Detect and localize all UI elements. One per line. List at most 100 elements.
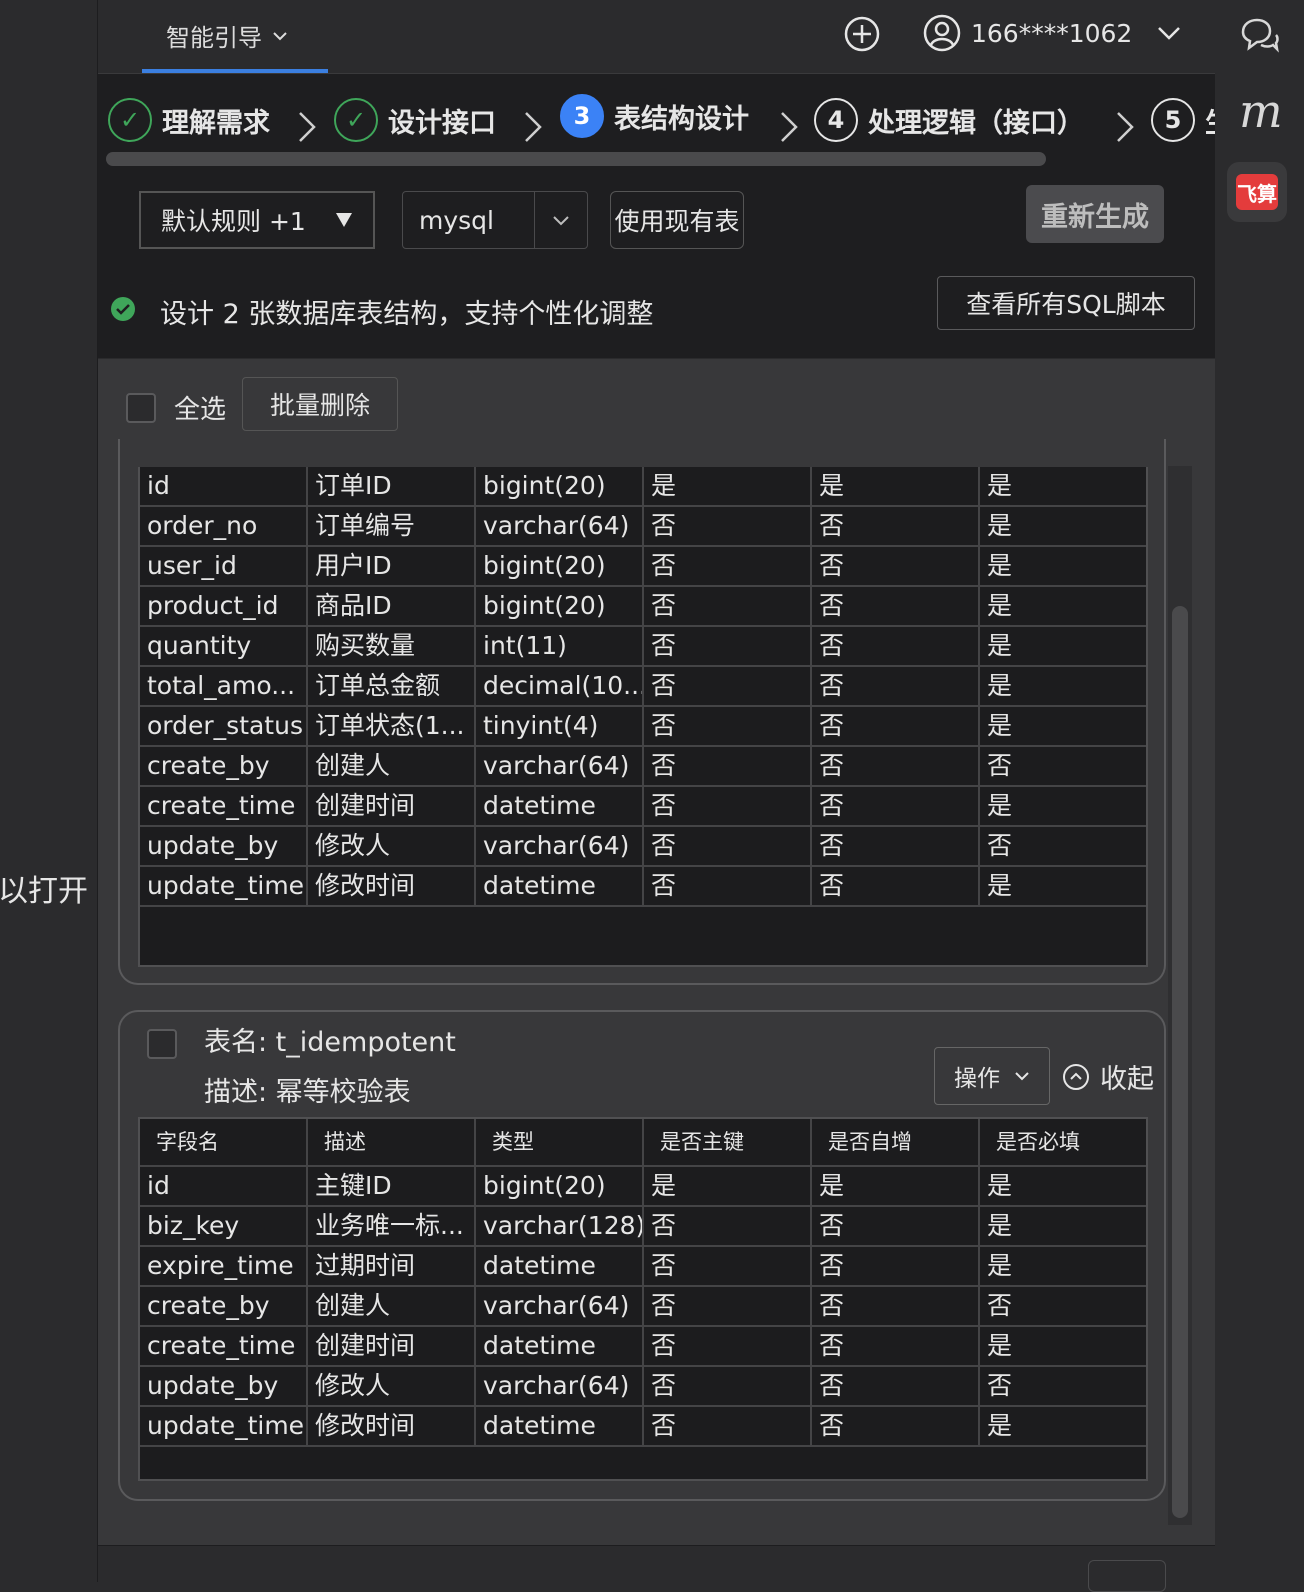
table-cell: 订单编号 — [308, 507, 476, 545]
top-bar: 智能引导 166****1062 — [98, 0, 1215, 74]
table-cell: total_amo... — [140, 667, 308, 705]
table-cell: 是 — [812, 1167, 980, 1205]
chat-bubble-icon[interactable] — [1237, 14, 1281, 58]
table-cell: 否 — [812, 1367, 980, 1405]
user-account-menu[interactable]: 166****1062 — [923, 14, 1182, 52]
table-row: id 主键ID bigint(20) 是是是 — [140, 1167, 1146, 1207]
tab-smart-guide[interactable]: 智能引导 — [166, 18, 288, 53]
table-select-checkbox[interactable] — [147, 1029, 177, 1059]
table-row: order_status 订单状态(1... tinyint(4) 否否是 — [140, 707, 1146, 747]
table-cell: 是 — [987, 1411, 1013, 1440]
step-number: 5 — [1151, 98, 1195, 142]
column-header: 描述 — [308, 1119, 476, 1165]
table-cell: 订单状态(1... — [308, 707, 476, 745]
view-all-sql-button[interactable]: 查看所有SQL脚本 — [937, 276, 1195, 330]
table-row: update_by 修改人 varchar(64) 否否否 — [140, 1367, 1146, 1407]
table-row: user_id 用户ID bigint(20) 否否是 — [140, 547, 1146, 587]
chevron-down-icon — [1158, 27, 1181, 40]
table-cell: 否 — [644, 1327, 812, 1365]
table-cell: 是 — [987, 471, 1013, 500]
select-all-label: 全选 — [174, 395, 227, 425]
table-cell: datetime — [476, 1247, 644, 1285]
table-row: create_time 创建时间 datetime 否否是 — [140, 787, 1146, 827]
table-cell: tinyint(4) — [476, 707, 644, 745]
table-cell: 创建人 — [308, 1287, 476, 1325]
chevron-down-icon — [1015, 1072, 1029, 1081]
table-cell: 修改时间 — [308, 1407, 476, 1445]
table-cell: 否 — [644, 1287, 812, 1325]
steps-horizontal-scrollbar[interactable] — [106, 152, 1046, 166]
table-cell: 否 — [812, 1247, 980, 1285]
table-cell: 否 — [644, 707, 812, 745]
m-logo-icon[interactable]: m — [1239, 84, 1283, 138]
table-cell: 否 — [812, 507, 980, 545]
fields-table-body: id 主键ID bigint(20) 是是是 biz_key 业务唯一标... varcha… — [140, 1167, 1146, 1447]
table-cell: 是 — [812, 467, 980, 505]
step-table-design[interactable]: 3 表结构设计 — [560, 94, 749, 138]
table-cell: 用户ID — [308, 547, 476, 585]
table-cell: 否 — [987, 1371, 1013, 1400]
table-row: quantity 购买数量 int(11) 否否是 — [140, 627, 1146, 667]
table-cell: update_by — [140, 1367, 308, 1405]
table-header-row: 字段名 描述 类型 是否主键 是否自增 是否必填 — [140, 1119, 1146, 1167]
table-cell: 否 — [644, 587, 812, 625]
add-circle-icon[interactable] — [844, 16, 880, 52]
bottom-button[interactable] — [1088, 1560, 1166, 1592]
collapse-label: 收起 — [1100, 1064, 1154, 1095]
table-cell: 否 — [812, 1407, 980, 1445]
database-select[interactable]: mysql — [402, 191, 588, 249]
step-design-api[interactable]: ✓ 设计接口 — [334, 98, 496, 142]
vertical-scrollbar-thumb[interactable] — [1172, 606, 1188, 1518]
select-all[interactable]: 全选 — [126, 389, 226, 426]
table-cell: bigint(20) — [476, 547, 644, 585]
table-cell: 订单总金额 — [308, 667, 476, 705]
table-cell: 否 — [644, 827, 812, 865]
table-cell: 否 — [644, 867, 812, 905]
table-cell: 是 — [987, 871, 1013, 900]
operation-dropdown[interactable]: 操作 — [934, 1047, 1050, 1105]
table-cell: 否 — [812, 867, 980, 905]
table-cell: bigint(20) — [476, 587, 644, 625]
step-label: 生 — [1205, 101, 1215, 140]
table-row: total_amo... 订单总金额 decimal(10... 否否是 — [140, 667, 1146, 707]
table-cell: varchar(64) — [476, 1367, 644, 1405]
tables-panel: 全选 批量删除 id 订单ID bigint(20) 是是是 order_no 订单编号 v… — [98, 359, 1215, 1592]
step-processing-logic[interactable]: 4 处理逻辑（接口） — [814, 98, 1084, 142]
feisuan-app-icon[interactable]: 飞算 — [1227, 162, 1287, 222]
regenerate-button[interactable]: 重新生成 — [1026, 185, 1164, 243]
table-cell: 是 — [987, 1331, 1013, 1360]
table-cell: 购买数量 — [308, 627, 476, 665]
table-cell: 是 — [987, 1171, 1013, 1200]
table-cell: varchar(64) — [476, 747, 644, 785]
table-cell: 修改人 — [308, 827, 476, 865]
table-cell: user_id — [140, 547, 308, 585]
table-cell: varchar(64) — [476, 827, 644, 865]
table-cell: 业务唯一标... — [308, 1207, 476, 1245]
table-cell: 否 — [812, 667, 980, 705]
collapse-button[interactable]: 收起 — [1062, 1057, 1154, 1096]
table-card-idempotent: 表名: t_idempotent 描述: 幂等校验表 操作 收起 字段名 描述 … — [118, 1010, 1166, 1501]
table-name: 表名: t_idempotent — [204, 1027, 456, 1058]
table-cell: biz_key — [140, 1207, 308, 1245]
batch-delete-button[interactable]: 批量删除 — [242, 377, 398, 431]
feisuan-label: 飞算 — [1236, 174, 1278, 210]
table-row: create_time 创建时间 datetime 否否是 — [140, 1327, 1146, 1367]
step-label: 表结构设计 — [614, 103, 749, 135]
table-cell: 是 — [987, 551, 1013, 580]
table-cell: 否 — [812, 627, 980, 665]
rule-select[interactable]: 默认规则 +1 — [139, 191, 375, 249]
table-cell: order_no — [140, 507, 308, 545]
rule-select-value: 默认规则 +1 — [161, 207, 306, 236]
table-cell: 创建人 — [308, 747, 476, 785]
fields-table: id 订单ID bigint(20) 是是是 order_no 订单编号 varchar(6… — [138, 467, 1148, 967]
table-cell: 否 — [644, 747, 812, 785]
tab-smart-guide-label: 智能引导 — [166, 24, 262, 52]
step-generate[interactable]: 5 生 — [1151, 98, 1215, 142]
table-cell: 是 — [644, 1167, 812, 1205]
operation-label: 操作 — [954, 1066, 1000, 1092]
step-understand-requirements[interactable]: ✓ 理解需求 — [108, 98, 270, 142]
use-existing-table-button[interactable]: 使用现有表 — [610, 191, 744, 249]
table-cell: varchar(64) — [476, 507, 644, 545]
chevron-right-icon — [781, 112, 798, 142]
select-all-checkbox[interactable] — [126, 392, 156, 423]
